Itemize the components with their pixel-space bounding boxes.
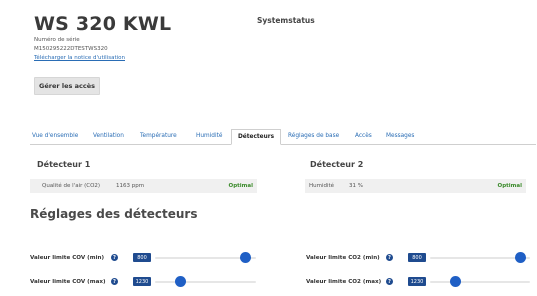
setting-co2-max-label: Valeur limite CO2 (max): [306, 279, 382, 285]
device-title: WS 320 KWL: [34, 13, 172, 35]
detector-2-title: Détecteur 2: [310, 160, 364, 169]
tab-bar: Vue d'ensemble Ventilation Température H…: [30, 129, 536, 145]
detector-1-status: Optimal: [228, 183, 253, 189]
tab-humidity[interactable]: Humidité: [196, 133, 222, 139]
setting-co2-min-thumb[interactable]: [514, 252, 526, 263]
setting-cov-max-thumb[interactable]: [174, 276, 186, 287]
setting-cov-min-label: Valeur limite COV (min): [30, 255, 105, 261]
setting-cov-max-value: 1230: [133, 277, 151, 286]
download-manual-link[interactable]: Télécharger la notice d'utilisation: [34, 55, 125, 61]
detector-1-value: 1163 ppm: [116, 183, 145, 189]
help-icon[interactable]: ?: [111, 254, 118, 261]
setting-co2-min-label: Valeur limite CO2 (min): [306, 255, 380, 261]
manage-access-button[interactable]: Gérer les accès: [34, 77, 100, 95]
setting-co2-min-value: 800: [408, 253, 426, 262]
detector-1-title: Détecteur 1: [37, 160, 91, 169]
detector-1-row: Qualité de l'air (CO2) 1163 ppm Optimal: [30, 179, 257, 193]
help-icon[interactable]: ?: [386, 278, 393, 285]
setting-cov-max-label: Valeur limite COV (max): [30, 279, 106, 285]
serial-number-value: M150295222DTESTWS320: [34, 46, 108, 52]
tab-temperature[interactable]: Température: [140, 133, 177, 139]
setting-cov-max-track[interactable]: [155, 281, 256, 283]
tab-overview[interactable]: Vue d'ensemble: [32, 133, 78, 139]
setting-cov-min-value: 800: [133, 253, 151, 262]
setting-cov-min-thumb[interactable]: [240, 252, 252, 263]
serial-number-label: Numéro de série: [34, 37, 80, 43]
help-icon[interactable]: ?: [111, 278, 118, 285]
tab-access[interactable]: Accès: [355, 133, 372, 139]
tab-ventilation[interactable]: Ventilation: [93, 133, 124, 139]
setting-co2-max-value: 1230: [408, 277, 426, 286]
settings-section-title: Réglages des détecteurs: [30, 207, 198, 221]
tab-messages[interactable]: Messages: [386, 133, 414, 139]
detector-2-value: 31 %: [349, 183, 363, 189]
help-icon[interactable]: ?: [386, 254, 393, 261]
system-status-title: Systemstatus: [257, 16, 315, 25]
detector-2-status: Optimal: [497, 183, 522, 189]
tab-base-settings[interactable]: Réglages de base: [288, 133, 339, 139]
setting-co2-max-thumb[interactable]: [449, 276, 461, 287]
setting-co2-max-track[interactable]: [430, 281, 530, 283]
detector-2-row: Humidité 31 % Optimal: [305, 179, 526, 193]
detector-1-name: Qualité de l'air (CO2): [42, 183, 101, 189]
tab-detectors[interactable]: Détecteurs: [231, 129, 282, 145]
detector-2-name: Humidité: [309, 183, 335, 189]
